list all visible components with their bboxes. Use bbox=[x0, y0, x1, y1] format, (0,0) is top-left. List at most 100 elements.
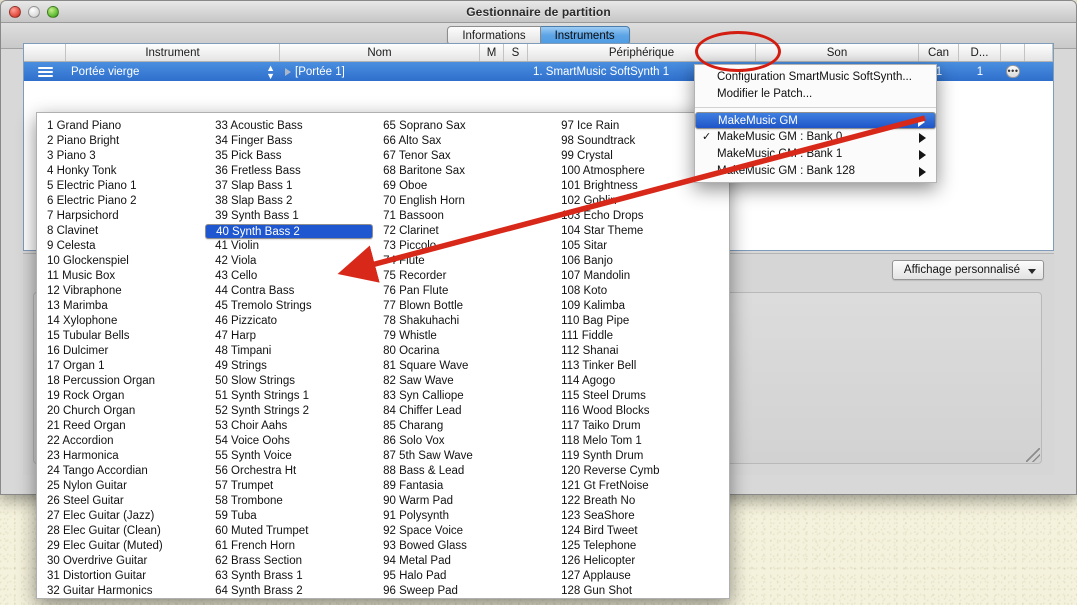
cell-d[interactable]: 1 bbox=[959, 62, 1001, 81]
menu-item-makemusic-gm[interactable]: MakeMusic GM bbox=[695, 112, 936, 129]
palette-item[interactable]: 68 Baritone Sax bbox=[373, 164, 551, 179]
palette-item[interactable]: 31 Distortion Guitar bbox=[37, 569, 205, 584]
palette-item[interactable]: 9 Celesta bbox=[37, 239, 205, 254]
palette-item[interactable]: 2 Piano Bright bbox=[37, 134, 205, 149]
palette-item[interactable]: 62 Brass Section bbox=[205, 554, 373, 569]
palette-item[interactable]: 119 Synth Drum bbox=[551, 449, 729, 464]
palette-item[interactable]: 81 Square Wave bbox=[373, 359, 551, 374]
palette-item[interactable]: 125 Telephone bbox=[551, 539, 729, 554]
palette-item[interactable]: 76 Pan Flute bbox=[373, 284, 551, 299]
palette-item[interactable]: 11 Music Box bbox=[37, 269, 205, 284]
palette-item[interactable]: 45 Tremolo Strings bbox=[205, 299, 373, 314]
palette-item[interactable]: 79 Whistle bbox=[373, 329, 551, 344]
palette-item[interactable]: 53 Choir Aahs bbox=[205, 419, 373, 434]
cell-solo[interactable] bbox=[504, 62, 528, 81]
palette-item[interactable]: 56 Orchestra Ht bbox=[205, 464, 373, 479]
palette-item[interactable]: 94 Metal Pad bbox=[373, 554, 551, 569]
palette-item[interactable]: 29 Elec Guitar (Muted) bbox=[37, 539, 205, 554]
palette-item[interactable]: 8 Clavinet bbox=[37, 224, 205, 239]
palette-item[interactable]: 33 Acoustic Bass bbox=[205, 119, 373, 134]
palette-item[interactable]: 120 Reverse Cymb bbox=[551, 464, 729, 479]
palette-item[interactable]: 114 Agogo bbox=[551, 374, 729, 389]
palette-item[interactable]: 58 Trombone bbox=[205, 494, 373, 509]
palette-item[interactable]: 85 Charang bbox=[373, 419, 551, 434]
palette-item[interactable]: 4 Honky Tonk bbox=[37, 164, 205, 179]
palette-item[interactable]: 77 Blown Bottle bbox=[373, 299, 551, 314]
palette-item[interactable]: 49 Strings bbox=[205, 359, 373, 374]
column-header-handle[interactable] bbox=[24, 44, 66, 61]
palette-item[interactable]: 103 Echo Drops bbox=[551, 209, 729, 224]
palette-item[interactable]: 15 Tubular Bells bbox=[37, 329, 205, 344]
palette-item[interactable]: 28 Elec Guitar (Clean) bbox=[37, 524, 205, 539]
palette-item[interactable]: 110 Bag Pipe bbox=[551, 314, 729, 329]
palette-item[interactable]: 78 Shakuhachi bbox=[373, 314, 551, 329]
palette-item[interactable]: 107 Mandolin bbox=[551, 269, 729, 284]
palette-item[interactable]: 122 Breath No bbox=[551, 494, 729, 509]
palette-item[interactable]: 63 Synth Brass 1 bbox=[205, 569, 373, 584]
instrument-stepper-icon[interactable]: ▲▼ bbox=[266, 64, 275, 80]
palette-item[interactable]: 22 Accordion bbox=[37, 434, 205, 449]
palette-item[interactable]: 128 Gun Shot bbox=[551, 584, 729, 599]
palette-item[interactable]: 23 Harmonica bbox=[37, 449, 205, 464]
minimize-button[interactable] bbox=[28, 6, 40, 18]
palette-item[interactable]: 55 Synth Voice bbox=[205, 449, 373, 464]
palette-item[interactable]: 112 Shanai bbox=[551, 344, 729, 359]
palette-item[interactable]: 88 Bass & Lead bbox=[373, 464, 551, 479]
cell-more-options[interactable]: ••• bbox=[1001, 62, 1025, 81]
palette-item[interactable]: 19 Rock Organ bbox=[37, 389, 205, 404]
palette-item[interactable]: 91 Polysynth bbox=[373, 509, 551, 524]
palette-item[interactable]: 121 Gt FretNoise bbox=[551, 479, 729, 494]
palette-item[interactable]: 90 Warm Pad bbox=[373, 494, 551, 509]
sound-context-menu[interactable]: Configuration SmartMusic SoftSynth... Mo… bbox=[694, 64, 937, 183]
palette-item[interactable]: 73 Piccolo bbox=[373, 239, 551, 254]
column-header-extra-2[interactable] bbox=[1025, 44, 1053, 61]
palette-item[interactable]: 20 Church Organ bbox=[37, 404, 205, 419]
palette-item[interactable]: 92 Space Voice bbox=[373, 524, 551, 539]
close-button[interactable] bbox=[9, 6, 21, 18]
column-header-d[interactable]: D... bbox=[959, 44, 1001, 61]
cell-mute[interactable] bbox=[480, 62, 504, 81]
palette-item[interactable]: 86 Solo Vox bbox=[373, 434, 551, 449]
palette-item[interactable]: 93 Bowed Glass bbox=[373, 539, 551, 554]
palette-item[interactable]: 40 Synth Bass 2 bbox=[205, 224, 373, 239]
palette-item[interactable]: 17 Organ 1 bbox=[37, 359, 205, 374]
palette-item[interactable]: 67 Tenor Sax bbox=[373, 149, 551, 164]
palette-item[interactable]: 118 Melo Tom 1 bbox=[551, 434, 729, 449]
palette-item[interactable]: 66 Alto Sax bbox=[373, 134, 551, 149]
palette-item[interactable]: 60 Muted Trumpet bbox=[205, 524, 373, 539]
palette-item[interactable]: 64 Synth Brass 2 bbox=[205, 584, 373, 599]
palette-item[interactable]: 126 Helicopter bbox=[551, 554, 729, 569]
palette-item[interactable]: 38 Slap Bass 2 bbox=[205, 194, 373, 209]
palette-item[interactable]: 95 Halo Pad bbox=[373, 569, 551, 584]
zoom-button[interactable] bbox=[47, 6, 59, 18]
menu-item-makemusic-gm-bank-1[interactable]: MakeMusic GM : Bank 1 bbox=[695, 146, 936, 163]
palette-item[interactable]: 102 Goblin bbox=[551, 194, 729, 209]
palette-item[interactable]: 108 Koto bbox=[551, 284, 729, 299]
palette-item[interactable]: 7 Harpsichord bbox=[37, 209, 205, 224]
palette-item[interactable]: 18 Percussion Organ bbox=[37, 374, 205, 389]
palette-item[interactable]: 74 Flute bbox=[373, 254, 551, 269]
palette-item[interactable]: 117 Taiko Drum bbox=[551, 419, 729, 434]
palette-item[interactable]: 105 Sitar bbox=[551, 239, 729, 254]
palette-item[interactable]: 75 Recorder bbox=[373, 269, 551, 284]
palette-item[interactable]: 109 Kalimba bbox=[551, 299, 729, 314]
palette-item[interactable]: 71 Bassoon bbox=[373, 209, 551, 224]
palette-item[interactable]: 82 Saw Wave bbox=[373, 374, 551, 389]
palette-item[interactable]: 111 Fiddle bbox=[551, 329, 729, 344]
custom-view-button[interactable]: Affichage personnalisé bbox=[892, 260, 1044, 280]
palette-item[interactable]: 32 Guitar Harmonics bbox=[37, 584, 205, 599]
menu-item-makemusic-gm-bank-0[interactable]: ✓ MakeMusic GM : Bank 0 bbox=[695, 129, 936, 146]
palette-item[interactable]: 61 French Horn bbox=[205, 539, 373, 554]
column-header-s[interactable]: S bbox=[504, 44, 528, 61]
palette-item[interactable]: 36 Fretless Bass bbox=[205, 164, 373, 179]
palette-item[interactable]: 48 Timpani bbox=[205, 344, 373, 359]
disclosure-triangle-icon[interactable] bbox=[285, 68, 291, 76]
column-header-m[interactable]: M bbox=[480, 44, 504, 61]
more-options-icon[interactable]: ••• bbox=[1006, 65, 1020, 78]
palette-item[interactable]: 35 Pick Bass bbox=[205, 149, 373, 164]
column-header-son[interactable]: Son bbox=[756, 44, 919, 61]
palette-item[interactable]: 37 Slap Bass 1 bbox=[205, 179, 373, 194]
palette-item[interactable]: 52 Synth Strings 2 bbox=[205, 404, 373, 419]
palette-item[interactable]: 80 Ocarina bbox=[373, 344, 551, 359]
palette-item[interactable]: 127 Applause bbox=[551, 569, 729, 584]
